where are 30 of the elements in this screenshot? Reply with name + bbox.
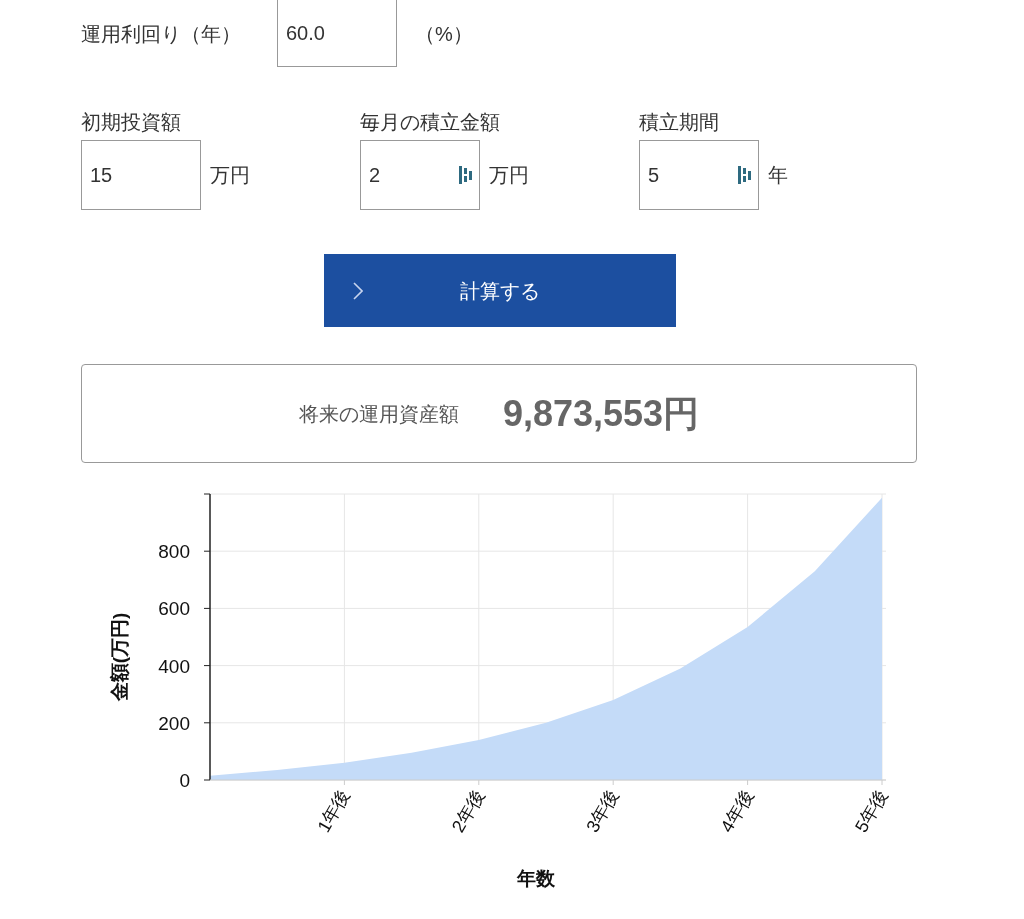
y-tick-label: 800 [158,541,190,563]
input-field[interactable]: 2 [360,140,480,210]
x-tick-label: 5年後 [851,786,892,836]
result-label: 将来の運用資産額 [298,401,459,427]
result-value: 9,873,553円 [502,391,700,436]
y-axis-title: 金額(万円) [109,612,130,702]
input-field[interactable]: 60.0 [277,0,397,67]
y-tick-label: 400 [158,655,190,677]
unit-label: 万円 [210,163,250,188]
y-tick-label: 200 [158,712,190,734]
x-axis-title: 年数 [517,868,555,889]
input-field[interactable]: 5 [639,140,759,210]
field-label: 毎月の積立金額 [360,110,501,135]
y-tick-label: 600 [158,598,190,620]
x-tick-label: 1年後 [313,786,354,836]
field-label: 初期投資額 [81,110,182,135]
x-tick-label: 2年後 [447,786,489,836]
y-tick-label: 0 [179,770,190,791]
x-tick-label: 4年後 [716,786,758,836]
calculate-button[interactable]: 計算する [324,254,676,327]
unit-label: 万円 [489,163,529,188]
chevron-right-icon [353,281,363,300]
input-field[interactable]: 15 [81,140,201,210]
unit-label: （%） [415,21,473,47]
spinner-icon[interactable] [737,165,751,185]
field-label: 積立期間 [639,110,720,135]
spinner-icon[interactable] [458,165,472,185]
x-tick-label: 3年後 [582,786,623,836]
unit-label: 年 [768,163,788,188]
field-label: 運用利回り（年） [81,21,242,47]
